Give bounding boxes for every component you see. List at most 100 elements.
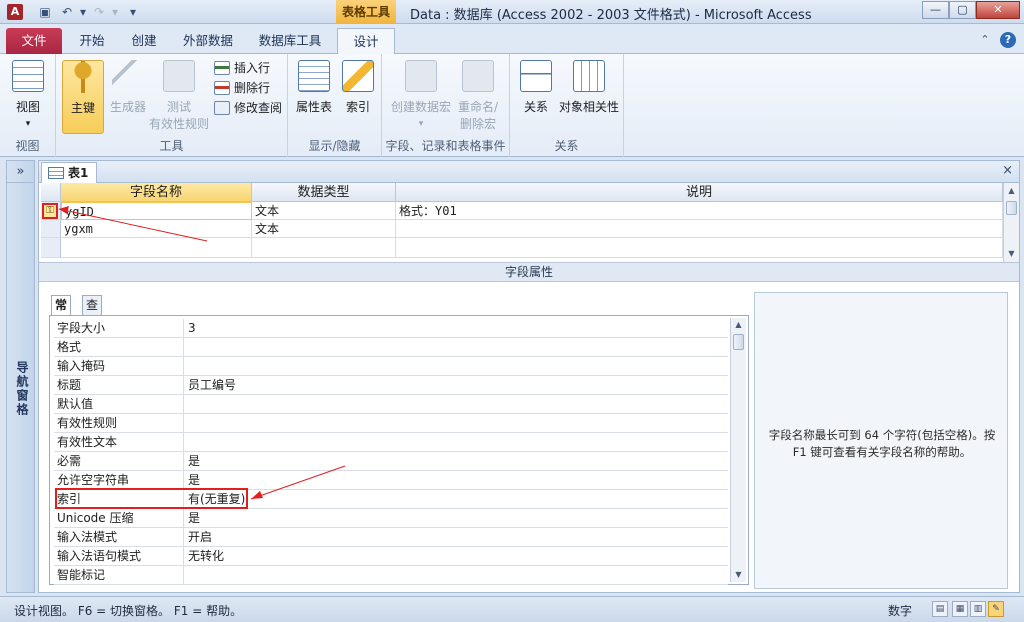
tab-home[interactable]: 开始 [70, 28, 114, 54]
column-header-data-type[interactable]: 数据类型 [252, 183, 396, 202]
tab-file[interactable]: 文件 [6, 28, 62, 54]
property-value[interactable] [185, 566, 725, 585]
relationships-button[interactable]: 关系 [514, 60, 558, 115]
document-tab-table1[interactable]: 表1 [41, 162, 97, 183]
minimize-ribbon-icon[interactable]: ⌃ [978, 32, 992, 48]
property-value[interactable]: 无转化 [185, 547, 725, 566]
view-button-label: 视图 [15, 100, 40, 114]
column-header-description[interactable]: 说明 [396, 183, 1003, 202]
property-value[interactable] [185, 414, 725, 433]
redo-dropdown-icon[interactable]: ▾ [106, 4, 124, 20]
property-label: 有效性文本 [54, 433, 184, 452]
property-value[interactable]: 是 [185, 509, 725, 528]
column-header-field-name[interactable]: 字段名称 [61, 183, 252, 202]
close-document-icon[interactable]: × [1002, 163, 1013, 178]
property-value[interactable] [185, 357, 725, 376]
tab-design[interactable]: 设计 [337, 28, 395, 55]
property-value[interactable]: 是 [185, 452, 725, 471]
scroll-thumb[interactable] [1006, 201, 1017, 215]
property-label: 有效性规则 [54, 414, 184, 433]
scroll-up-icon[interactable]: ▲ [1004, 183, 1019, 199]
test-rules-label-2: 有效性规则 [148, 117, 209, 131]
scroll-down-icon[interactable]: ▼ [1004, 246, 1019, 262]
test-validation-rules-button[interactable]: 测试 有效性规则 [148, 60, 210, 132]
indexes-icon [342, 60, 374, 92]
indexes-button[interactable]: 索引 [336, 60, 380, 115]
scroll-thumb[interactable] [733, 334, 744, 350]
create-data-macros-button[interactable]: 创建数据宏 ▾ [388, 60, 454, 129]
indexes-label: 索引 [345, 100, 370, 114]
property-value[interactable] [185, 395, 725, 414]
expand-nav-pane-button[interactable]: » [7, 161, 34, 183]
help-icon[interactable]: ? [1000, 32, 1016, 48]
description-cell[interactable] [396, 220, 1003, 238]
property-value[interactable]: 开启 [185, 528, 725, 547]
primary-key-label: 主键 [70, 101, 95, 115]
property-label: 输入法模式 [54, 528, 184, 547]
property-value[interactable] [185, 338, 725, 357]
scroll-up-icon[interactable]: ▲ [731, 318, 746, 332]
description-cell[interactable] [396, 238, 1003, 258]
minimize-button[interactable]: — [922, 1, 949, 19]
access-app-icon[interactable]: A [7, 4, 23, 20]
insert-row-button[interactable]: 插入行 [214, 58, 270, 78]
property-value[interactable]: 3 [185, 319, 725, 338]
ribbon-group-relationships: 关系 对象相关性 关系 [510, 54, 624, 157]
data-type-cell[interactable] [252, 238, 396, 258]
tab-create[interactable]: 创建 [122, 28, 166, 54]
property-label: Unicode 压缩 [54, 509, 184, 528]
window-title: Data : 数据库 (Access 2002 - 2003 文件格式) - M… [410, 8, 812, 23]
close-window-button[interactable]: ✕ [976, 1, 1020, 19]
builder-button[interactable]: 生成器 [106, 60, 150, 115]
modify-lookups-button[interactable]: 修改查阅 [214, 98, 282, 118]
builder-label: 生成器 [109, 100, 146, 114]
group-label-tools: 工具 [159, 139, 184, 153]
property-label: 字段大小 [54, 319, 184, 338]
property-value[interactable] [185, 433, 725, 452]
row-selector[interactable]: ⚿ [41, 202, 61, 220]
tab-lookup[interactable]: 查阅 [82, 295, 103, 331]
field-properties-label: 字段属性 [39, 262, 1019, 282]
property-sheet-icon [298, 60, 330, 92]
field-name-cell[interactable] [61, 238, 252, 258]
rename-delete-macro-button[interactable]: 重命名/ 删除宏 [454, 60, 502, 132]
row-selector[interactable] [41, 238, 61, 258]
property-value[interactable]: 是 [185, 471, 725, 490]
delete-row-label: 删除行 [234, 81, 271, 95]
data-type-cell[interactable]: 文本 [252, 220, 396, 238]
property-row: 标题 员工编号 [54, 376, 728, 395]
row-selector[interactable] [41, 220, 61, 238]
field-name-cell[interactable]: ygxm [61, 220, 252, 238]
rename-macro-label-2: 删除宏 [459, 117, 496, 131]
property-value[interactable]: 有(无重复) [185, 490, 725, 509]
customize-qat-icon[interactable]: ▾ [124, 4, 142, 20]
object-dependencies-label: 对象相关性 [558, 100, 619, 114]
field-grid-scrollbar[interactable]: ▲ ▼ [1003, 183, 1019, 262]
row-selector-header[interactable] [41, 183, 61, 202]
save-icon[interactable]: ▣ [36, 4, 54, 20]
pivotchart-view-icon[interactable]: ▥ [970, 601, 986, 617]
key-icon [67, 61, 99, 93]
property-value[interactable]: 员工编号 [185, 376, 725, 395]
description-cell[interactable]: 格式：Y01 [396, 202, 1003, 220]
tab-external-data[interactable]: 外部数据 [174, 28, 242, 54]
properties-scrollbar[interactable]: ▲ ▼ [730, 318, 746, 582]
rename-macro-icon [462, 60, 494, 92]
create-macro-icon [405, 60, 437, 92]
object-dependencies-button[interactable]: 对象相关性 [558, 60, 620, 115]
data-type-cell[interactable]: 文本 [252, 202, 396, 220]
datasheet-view-icon[interactable]: ▤ [932, 601, 948, 617]
pivottable-view-icon[interactable]: ▦ [952, 601, 968, 617]
property-sheet-button[interactable]: 属性表 [292, 60, 336, 115]
design-view-icon[interactable]: ✎ [988, 601, 1004, 617]
primary-key-button[interactable]: 主键 [62, 60, 104, 134]
field-name-cell[interactable]: ygID [61, 202, 252, 220]
delete-row-icon [214, 81, 230, 95]
scroll-down-icon[interactable]: ▼ [731, 568, 746, 582]
delete-row-button[interactable]: 删除行 [214, 78, 270, 98]
tab-general[interactable]: 常规 [51, 295, 72, 331]
navigation-pane[interactable]: » 导航窗格 [6, 160, 35, 593]
view-button[interactable]: 视图 ▾ [6, 60, 50, 129]
tab-database-tools[interactable]: 数据库工具 [250, 28, 330, 54]
maximize-button[interactable]: ▢ [949, 1, 976, 19]
